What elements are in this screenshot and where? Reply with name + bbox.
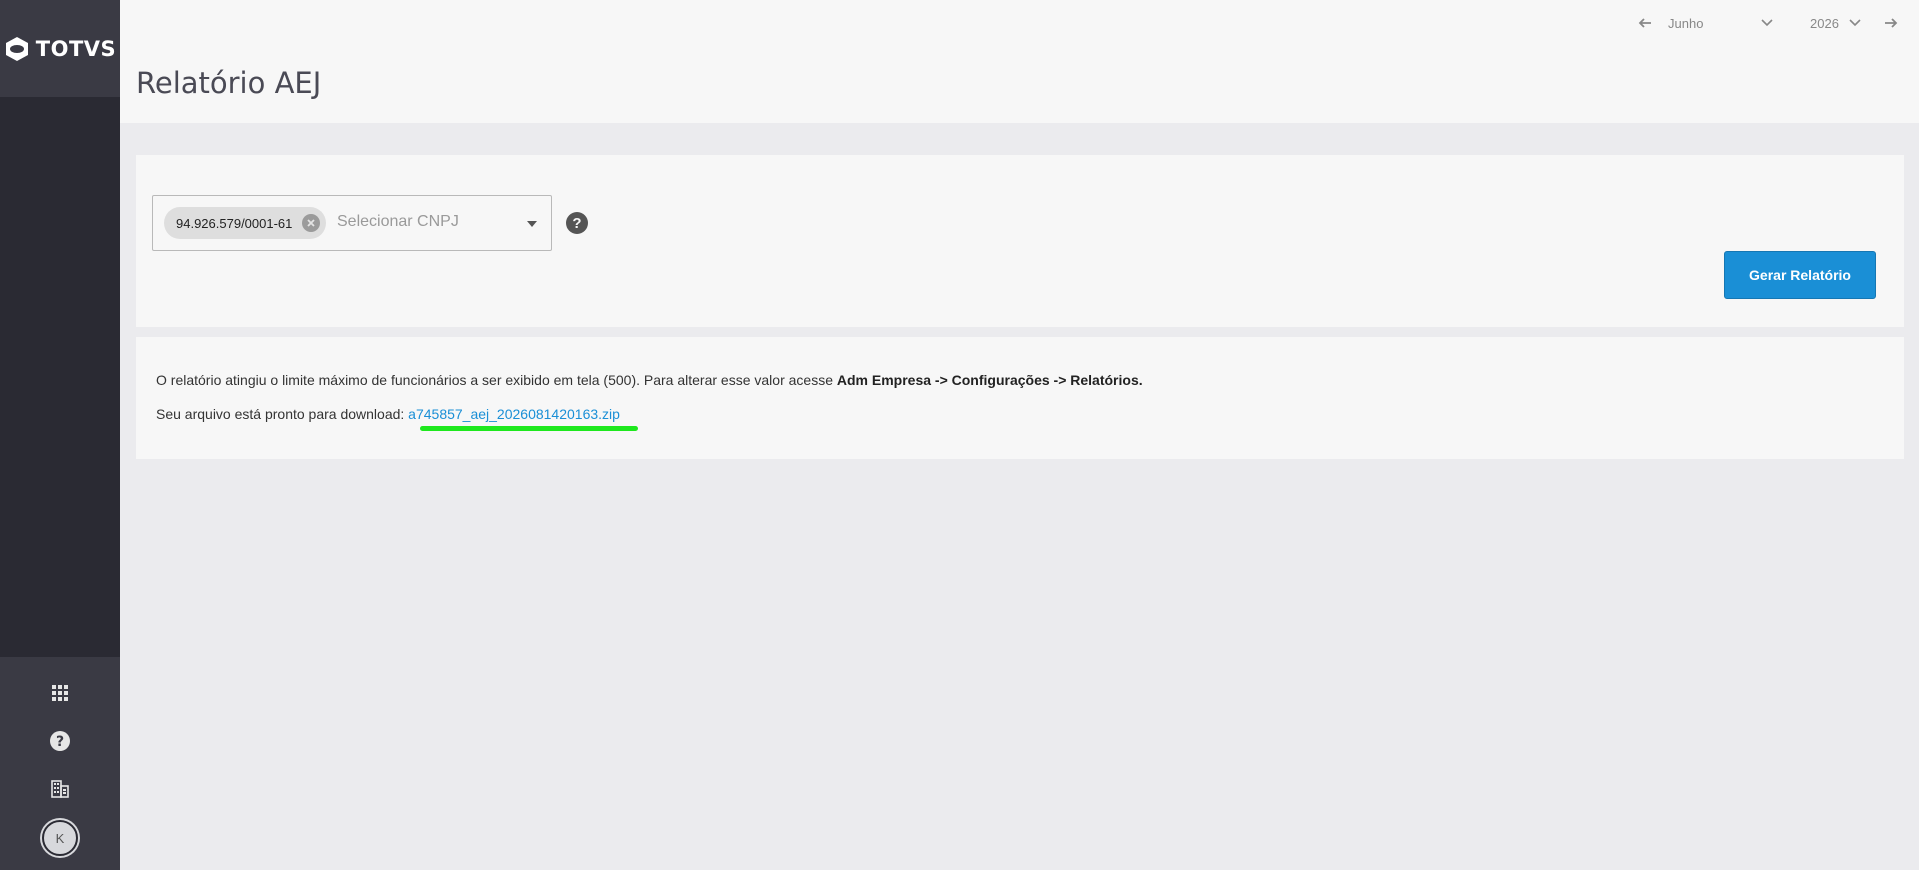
totvs-logo-icon [5, 36, 28, 61]
month-value: Junho [1668, 15, 1704, 31]
user-avatar[interactable]: K [42, 820, 78, 856]
page-header: Relatório AEJ Junho 2026 [120, 0, 1919, 123]
period-selector: Junho 2026 [1636, 14, 1900, 32]
brand-logo[interactable]: TOTVS [0, 0, 120, 97]
next-month-arrow-icon[interactable] [1882, 14, 1900, 32]
download-file-link[interactable]: a745857_aej_2026081420163.zip [408, 406, 620, 422]
svg-text:?: ? [56, 734, 64, 750]
result-panel: O relatório atingiu o limite máximo de f… [136, 337, 1904, 459]
brand-name: TOTVS [35, 36, 117, 61]
page-title: Relatório AEJ [136, 66, 322, 100]
avatar-initial: K [55, 830, 65, 846]
help-icon[interactable]: ? [48, 729, 72, 753]
highlight-underline [420, 426, 638, 431]
cnpj-select[interactable]: 94.926.579/0001-61 Selecionar CNPJ [152, 195, 552, 251]
building-icon[interactable] [48, 777, 72, 801]
help-tooltip-icon[interactable]: ? [566, 212, 588, 234]
download-message: Seu arquivo está pronto para download: a… [156, 406, 620, 422]
limit-message-text: O relatório atingiu o limite máximo de f… [156, 372, 837, 388]
cnpj-search-input[interactable]: Selecionar CNPJ [337, 213, 459, 231]
filter-panel: 94.926.579/0001-61 Selecionar CNPJ ? Ger… [136, 155, 1904, 327]
selected-cnpj-chip: 94.926.579/0001-61 [164, 207, 327, 239]
settings-path: Adm Empresa -> Configurações -> Relatóri… [836, 372, 1143, 388]
previous-month-arrow-icon[interactable] [1636, 14, 1654, 32]
generate-report-label: Gerar Relatório [1749, 267, 1851, 283]
chevron-down-icon [1761, 19, 1773, 27]
remove-cnpj-icon[interactable] [302, 214, 321, 232]
help-glyph: ? [572, 214, 582, 232]
year-value: 2026 [1810, 15, 1839, 31]
limit-message: O relatório atingiu o limite máximo de f… [156, 372, 1143, 388]
generate-report-button[interactable]: Gerar Relatório [1724, 251, 1876, 299]
apps-grid-icon[interactable] [48, 681, 72, 705]
selected-cnpj-value: 94.926.579/0001-61 [176, 215, 293, 231]
month-select[interactable]: Junho [1668, 16, 1788, 31]
chevron-down-icon [1849, 19, 1861, 27]
year-select[interactable]: 2026 [1810, 16, 1868, 31]
dropdown-caret-icon [527, 221, 537, 227]
sidebar: TOTVS ? K [0, 0, 120, 870]
download-prefix: Seu arquivo está pronto para download: [156, 406, 409, 422]
